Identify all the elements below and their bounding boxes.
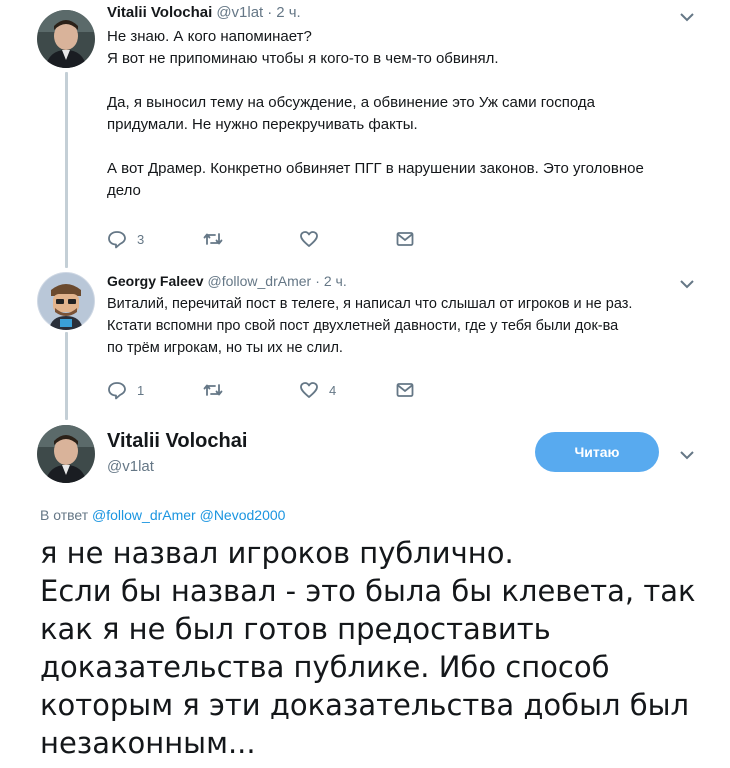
retweet-button[interactable] [203, 380, 233, 400]
avatar[interactable] [37, 425, 95, 483]
tweet-text: я не назвал игроков публично. Если бы на… [40, 534, 710, 762]
dm-button[interactable] [395, 380, 415, 400]
text-line: которым я эти доказательства добыл был [40, 688, 690, 722]
reply-icon [108, 382, 126, 400]
avatar[interactable] [37, 272, 95, 330]
tweet-text: Не знаю. А кого напоминает? Я вот не при… [107, 26, 707, 202]
heart-icon [300, 382, 318, 398]
thread-line [65, 332, 68, 420]
tweet-header: Georgy Faleev @follow_drAmer · 2 ч. [107, 273, 347, 289]
text-line: Я вот не припоминаю чтобы я кого-то в че… [107, 50, 499, 67]
text-line: дело [107, 182, 141, 199]
text-line: придумали. Не нужно перекручивать факты. [107, 116, 418, 133]
like-count: 4 [329, 382, 337, 398]
separator: · [315, 273, 320, 289]
mention-link[interactable]: @follow_drAmer [92, 507, 196, 523]
text-line: А вот Драмер. Конкретно обвиняет ПГГ в н… [107, 160, 644, 177]
text-line: Не знаю. А кого напоминает? [107, 28, 312, 45]
text-line: доказательства публике. Ибо способ [40, 650, 610, 684]
tweet-header: Vitalii Volochai @v1lat · 2 ч. [107, 4, 301, 21]
mention-link[interactable]: @Nevod2000 [200, 507, 286, 523]
follow-button[interactable]: Читаю [535, 432, 659, 472]
text-line: незаконным... [40, 726, 256, 760]
timestamp[interactable]: 2 ч. [324, 273, 347, 289]
chevron-down-icon[interactable] [678, 275, 696, 293]
envelope-icon [396, 232, 414, 246]
reply-count: 1 [137, 382, 145, 398]
heart-icon [300, 231, 318, 247]
text-line: Виталий, перечитай пост в телеге, я напи… [107, 296, 633, 312]
author-name[interactable]: Georgy Faleev [107, 273, 204, 289]
dm-button[interactable] [395, 229, 415, 249]
chevron-down-icon[interactable] [678, 446, 696, 464]
reply-icon [108, 231, 126, 249]
reply-count: 3 [137, 231, 145, 247]
like-button[interactable] [299, 229, 329, 249]
author-handle[interactable]: @v1lat [107, 458, 154, 475]
retweet-icon [203, 384, 223, 396]
text-line: по трём игрокам, но ты их не слил. [107, 340, 343, 356]
author-name[interactable]: Vitalii Volochai [107, 430, 247, 453]
reply-context: В ответ @follow_drAmer @Nevod2000 [40, 507, 285, 523]
like-button[interactable]: 4 [299, 380, 336, 400]
tweet-actions: 3 [107, 229, 427, 253]
reply-prefix: В ответ [40, 507, 89, 523]
text-line: как я не был готов предоставить [40, 612, 551, 646]
author-handle[interactable]: @follow_drAmer [208, 273, 312, 289]
separator: · [267, 4, 273, 21]
reply-button[interactable]: 1 [107, 380, 144, 400]
text-line: я не назвал игроков публично. [40, 536, 514, 570]
retweet-icon [203, 233, 223, 245]
retweet-button[interactable] [203, 229, 233, 249]
reply-button[interactable]: 3 [107, 229, 144, 249]
timestamp[interactable]: 2 ч. [276, 4, 301, 21]
avatar[interactable] [37, 10, 95, 68]
tweet-actions: 1 4 [107, 380, 427, 404]
author-name[interactable]: Vitalii Volochai [107, 4, 212, 21]
text-line: Если бы назвал - это была бы клевета, та… [40, 574, 696, 608]
tweet-text: Виталий, перечитай пост в телеге, я напи… [107, 293, 717, 359]
envelope-icon [396, 383, 414, 397]
text-line: Кстати вспомни про свой пост двухлетней … [107, 318, 619, 334]
thread-line [65, 72, 68, 268]
chevron-down-icon[interactable] [678, 8, 696, 26]
author-handle[interactable]: @v1lat [216, 4, 263, 21]
text-line: Да, я выносил тему на обсуждение, а обви… [107, 94, 595, 111]
